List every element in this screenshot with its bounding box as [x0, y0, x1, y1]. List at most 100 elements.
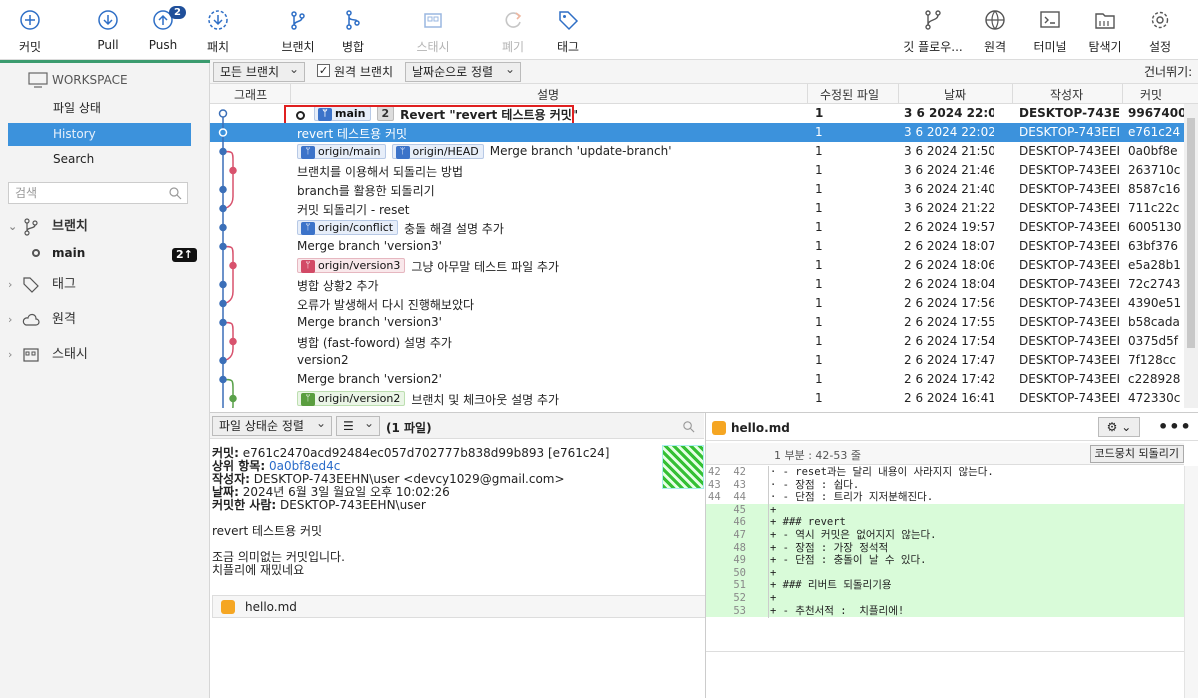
commit-row[interactable]: Merge branch 'version3' 1 2 6 2024 18:07 DE…: [210, 237, 1184, 256]
diff-gutter: [768, 516, 769, 530]
changed-file-row[interactable]: hello.md: [212, 595, 706, 618]
commit-row[interactable]: ᛘ origin/version2 브랜치 및 체크아웃 설명 추가 1 2 6 202…: [210, 389, 1184, 408]
sidebar: WORKSPACE 파일 상태 History Search 검색 ⌄ 브랜치 …: [0, 60, 210, 698]
ref-label[interactable]: ᛘ origin/version2: [297, 391, 406, 406]
ref-label[interactable]: ᛘ origin/HEAD: [391, 144, 484, 159]
sidebar-item-search[interactable]: Search: [8, 148, 191, 171]
diff-line-added[interactable]: 48 + - 장점 : 가장 정석적: [706, 541, 1184, 555]
terminal-button[interactable]: 터미널: [1020, 6, 1080, 56]
sort-order-dropdown[interactable]: 날짜순으로 정렬: [405, 60, 521, 82]
stash-button[interactable]: 스태시: [403, 6, 463, 56]
diff-scrollbar[interactable]: [1184, 466, 1198, 698]
commit-row[interactable]: Merge branch 'version2' 1 2 6 2024 17:42 DE…: [210, 370, 1184, 389]
push-label: Push: [148, 38, 178, 52]
commit-row[interactable]: Merge branch 'version3' 1 2 6 2024 17:55 DE…: [210, 313, 1184, 332]
commit-row[interactable]: ᛘ origin/conflict 충돌 해결 설명 추가 1 2 6 2024 19:…: [210, 218, 1184, 237]
branch-button[interactable]: 브랜치: [268, 6, 328, 56]
sidebar-section-tags[interactable]: › 태그: [8, 274, 198, 296]
sidebar-section-remotes[interactable]: › 원격: [8, 309, 198, 331]
commit-node[interactable]: [219, 318, 227, 327]
sidebar-item-history[interactable]: History: [8, 123, 191, 146]
settings-button[interactable]: 설정: [1130, 6, 1190, 56]
commit-node[interactable]: [229, 394, 237, 403]
diff-line-context[interactable]: 44 44 · - 단점 : 트리가 지저분해진다.: [706, 491, 1184, 505]
diff-line-added[interactable]: 53 + - 추천서적 : 치플리에!: [706, 604, 1184, 618]
diff-line-added[interactable]: 47 + - 역시 커밋은 없어지지 않는다.: [706, 529, 1184, 542]
commit-node[interactable]: [219, 185, 227, 194]
file-sort-dropdown[interactable]: 파일 상태순 정렬: [212, 414, 332, 436]
sidebar-item-file-status[interactable]: 파일 상태: [8, 97, 191, 120]
commit-row[interactable]: ᛘ origin/main ᛘ origin/HEAD Merge branch 'up…: [210, 142, 1184, 161]
diff-line-added[interactable]: 51 + ### 리버트 되돌리기용: [706, 579, 1184, 593]
commit-button[interactable]: 커밋: [0, 6, 60, 56]
commit-row[interactable]: 병합 (fast-foword) 설명 추가 1 2 6 2024 17:54 DES…: [210, 332, 1184, 351]
col-author[interactable]: 작성자: [1050, 86, 1083, 103]
commit-label: 커밋:: [212, 446, 239, 460]
col-date[interactable]: 날짜: [944, 86, 966, 103]
sidebar-section-stashes[interactable]: › 스태시: [8, 344, 198, 366]
commit-node[interactable]: [219, 242, 227, 251]
push-button[interactable]: 2 Push: [133, 6, 193, 56]
commit-row[interactable]: revert 테스트용 커밋 1 3 6 2024 22:02 DESKTOP-743…: [210, 123, 1184, 142]
commit-node[interactable]: [218, 109, 228, 118]
commit-row[interactable]: ᛘ main 2 Revert "revert 테스트용 커밋" 1 3 6 2024 2…: [210, 104, 1184, 129]
explorer-button[interactable]: 탐색기: [1075, 6, 1135, 56]
col-description[interactable]: 설명: [537, 86, 559, 103]
fetch-button[interactable]: 패치: [188, 6, 248, 56]
diff-options-button[interactable]: ⚙ ⌄: [1098, 417, 1140, 437]
commit-row[interactable]: ᛘ origin/version3 그냥 아무말 테스트 파일 추가 1 2 6 202…: [210, 256, 1184, 275]
commit-node[interactable]: [219, 280, 227, 289]
pull-button[interactable]: Pull: [78, 6, 138, 56]
commit-list-scrollbar[interactable]: [1184, 104, 1198, 408]
parent-link[interactable]: 0a0bf8ed4c: [269, 459, 340, 473]
diff-line-added[interactable]: 52 +: [706, 592, 1184, 605]
tag-button[interactable]: 태그: [538, 6, 598, 56]
col-files[interactable]: 수정된 파일: [820, 86, 879, 103]
revert-hunk-button[interactable]: 코드뭉치 되돌리기: [1089, 445, 1184, 463]
diff-line-context[interactable]: 42 42 · - reset과는 달리 내용이 사라지지 않는다.: [706, 466, 1184, 479]
ref-label[interactable]: ᛘ origin/main: [297, 144, 386, 159]
diff-line-added[interactable]: 49 + - 단점 : 충돌이 날 수 있다.: [706, 554, 1184, 568]
commit-row[interactable]: branch를 활용한 되돌리기 1 3 6 2024 21:40 DESKTOP-7…: [210, 180, 1184, 199]
scrollbar-thumb[interactable]: [1187, 118, 1195, 348]
remote-branches-checkbox[interactable]: ✓: [317, 64, 330, 77]
sidebar-search-input[interactable]: 검색: [8, 182, 188, 204]
commit-row[interactable]: version2 1 2 6 2024 17:47 DESKTOP-743EEH 7f1…: [210, 351, 1184, 370]
col-commit[interactable]: 커밋: [1140, 86, 1162, 103]
commit-row[interactable]: 오류가 발생해서 다시 진행해보았다 1 2 6 2024 17:56 DESKTOP…: [210, 294, 1184, 313]
commit-node[interactable]: [219, 299, 227, 308]
branch-icon: [24, 218, 38, 236]
ref-label[interactable]: ᛘ origin/version3: [297, 258, 406, 273]
commit-node[interactable]: [218, 128, 228, 137]
view-mode-dropdown[interactable]: ☰: [336, 414, 380, 436]
commit-node[interactable]: [229, 261, 237, 270]
git-flow-button[interactable]: 깃 플로우...: [900, 6, 966, 56]
commit-author-cell: DESKTOP-743EEH: [1019, 353, 1119, 367]
ref-name: origin/HEAD: [412, 145, 479, 158]
commit-message: 병합 (fast-foword) 설명 추가: [297, 336, 452, 350]
commit-node[interactable]: [219, 356, 227, 365]
commit-node[interactable]: [229, 337, 237, 346]
gear-icon: ⚙: [1106, 420, 1118, 434]
remote-button[interactable]: 원격: [965, 6, 1025, 56]
diff-line-context[interactable]: 43 43 · - 장점 : 쉽다.: [706, 478, 1184, 492]
branch-filter-dropdown[interactable]: 모든 브랜치: [213, 60, 305, 82]
merge-button[interactable]: 병합: [323, 6, 383, 56]
discard-button[interactable]: 폐기: [483, 6, 543, 56]
sidebar-section-branches[interactable]: ⌄ 브랜치: [8, 216, 198, 238]
diff-line-added[interactable]: 45 +: [706, 503, 1184, 517]
ref-label[interactable]: ᛘ origin/conflict: [297, 220, 399, 235]
commit-node[interactable]: [219, 375, 227, 384]
commit-row[interactable]: 브랜치를 이용해서 되돌리는 방법 1 3 6 2024 21:46 DESKTOP-…: [210, 161, 1184, 180]
search-icon[interactable]: [682, 420, 695, 433]
diff-line-added[interactable]: 46 + ### revert: [706, 516, 1184, 530]
diff-line-added[interactable]: 50 +: [706, 566, 1184, 580]
commit-row[interactable]: 병합 상황2 추가 1 2 6 2024 18:04 DESKTOP-743EEH 72…: [210, 275, 1184, 294]
commit-node[interactable]: [219, 204, 227, 213]
more-options-icon[interactable]: •••: [1158, 417, 1192, 436]
col-graph[interactable]: 그래프: [234, 86, 267, 103]
commit-row[interactable]: 커밋 되돌리기 - reset 1 3 6 2024 21:22 DESKTOP-74…: [210, 199, 1184, 218]
commit-node[interactable]: [229, 166, 237, 175]
commit-node[interactable]: [219, 223, 227, 232]
commit-node[interactable]: [219, 147, 227, 156]
